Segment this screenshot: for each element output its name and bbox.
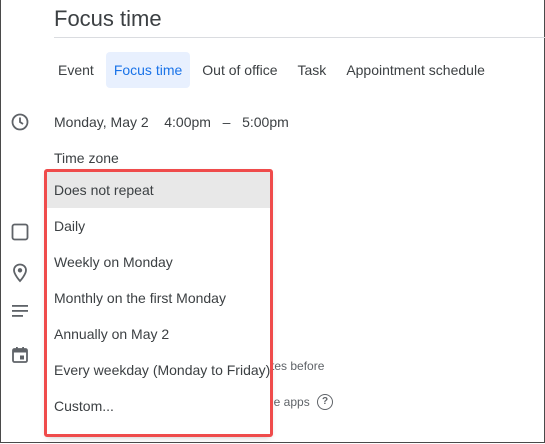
recurrence-option-weekly[interactable]: Weekly on Monday <box>47 244 270 280</box>
date-field[interactable]: Monday, May 2 <box>54 114 149 130</box>
help-icon[interactable]: ? <box>317 394 333 410</box>
tab-out-of-office[interactable]: Out of office <box>194 52 285 88</box>
time-separator: – <box>222 114 231 130</box>
description-icon <box>11 302 29 320</box>
tab-appointment-schedule[interactable]: Appointment schedule <box>338 52 493 88</box>
event-datetime: Monday, May 2 4:00pm – 5:00pm <box>54 114 289 130</box>
recurrence-option-does-not-repeat[interactable]: Does not repeat <box>47 172 270 208</box>
apps-text: le apps <box>271 395 310 409</box>
calendar-icon <box>11 346 29 364</box>
dialog-frame: Focus time Event Focus time Out of offic… <box>0 0 545 443</box>
recurrence-option-monthly[interactable]: Monthly on the first Monday <box>47 280 270 316</box>
title-input[interactable]: Focus time <box>54 0 545 38</box>
start-time-field[interactable]: 4:00pm <box>164 114 211 130</box>
recurrence-option-annually[interactable]: Annually on May 2 <box>47 316 270 352</box>
end-time-field[interactable]: 5:00pm <box>242 114 289 130</box>
location-pin-icon <box>11 263 29 283</box>
recurrence-option-every-weekday[interactable]: Every weekday (Monday to Friday) <box>47 352 270 388</box>
recurrence-option-daily[interactable]: Daily <box>47 208 270 244</box>
notification-minutes-text: tes before <box>271 359 325 373</box>
tab-task[interactable]: Task <box>290 52 335 88</box>
checkbox-icon[interactable] <box>11 223 29 241</box>
clock-icon <box>11 113 29 131</box>
event-type-tabs: Event Focus time Out of office Task Appo… <box>50 52 493 88</box>
tab-focus-time[interactable]: Focus time <box>105 52 191 88</box>
tab-event[interactable]: Event <box>50 52 102 88</box>
recurrence-option-custom[interactable]: Custom... <box>47 388 270 424</box>
timezone-link[interactable]: Time zone <box>54 150 119 166</box>
recurrence-dropdown: Does not repeat Daily Weekly on Monday M… <box>47 172 270 435</box>
